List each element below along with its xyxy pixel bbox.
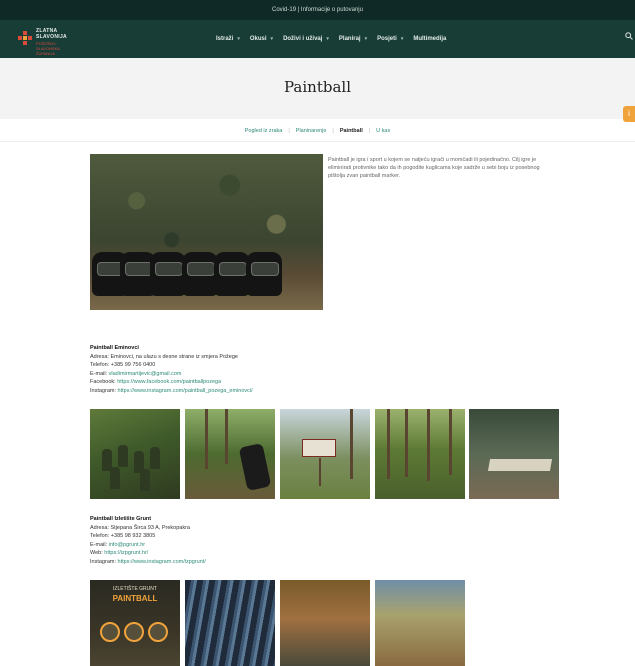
- club-facebook-link[interactable]: https://www.facebook.com/paintballpozega: [117, 379, 221, 385]
- club-email-link[interactable]: info@pgrunt.hr: [109, 542, 145, 548]
- mask-shape: [182, 252, 218, 296]
- page-title: Paintball: [284, 78, 351, 96]
- chevron-down-icon: ▾: [270, 36, 274, 42]
- main-navigation: ZLATNA SLAVONIJA POŽEŠKO-SLAVONSKA ŽUPAN…: [0, 20, 635, 58]
- mask-shape: [214, 252, 250, 296]
- site-logo[interactable]: ZLATNA SLAVONIJA POŽEŠKO-SLAVONSKA ŽUPAN…: [18, 26, 78, 56]
- gallery-photo-field[interactable]: [375, 409, 465, 499]
- chevron-down-icon: ▾: [400, 36, 404, 42]
- poster-title: PAINTBALL: [112, 594, 158, 603]
- gallery-photo-marker-gun[interactable]: [185, 409, 275, 499]
- page-hero: Paintball: [0, 58, 635, 119]
- nav-item-dozivi[interactable]: Doživi i uživaj ▾: [283, 36, 329, 42]
- club-name: Paintball Izletište Grunt: [90, 516, 152, 522]
- gallery-photo-equipment[interactable]: [469, 409, 559, 499]
- paintball-masks-photo: [90, 154, 323, 310]
- nav-item-istrazi[interactable]: Istraži ▾: [216, 36, 240, 42]
- chevron-down-icon: ▾: [364, 36, 368, 42]
- gallery-photo-team[interactable]: [90, 409, 180, 499]
- club-address: Stjepana Širca 93 A, Prekopakra: [110, 524, 191, 531]
- club-instagram-link[interactable]: https://www.instagram.com/izpgrunt/: [118, 559, 206, 565]
- club-eminovci-info: Paintball Eminovci Adresa: Eminovci, na …: [90, 345, 253, 394]
- poster-subtitle: IZLETIŠTE GRUNT: [113, 586, 157, 592]
- subnav-u-kas[interactable]: U kas: [376, 128, 390, 134]
- logo-text: ZLATNA SLAVONIJA: [36, 28, 67, 40]
- nav-item-okusi[interactable]: Okusi ▾: [250, 36, 273, 42]
- intro-text: Paintball je igra i sport u kojem se nat…: [328, 157, 540, 179]
- subnav-separator: |: [332, 127, 334, 134]
- chevron-down-icon: ▾: [326, 36, 329, 42]
- sub-navigation: Pogled iz zraka | Planinarenje | Paintba…: [0, 120, 635, 142]
- covid-notice-link[interactable]: Covid-19 | Informacije o putovanju: [272, 7, 363, 13]
- chevron-down-icon: ▾: [237, 36, 240, 42]
- nav-item-posjeti[interactable]: Posjeti ▾: [377, 36, 403, 42]
- nav-item-multimedija[interactable]: Multimedija: [413, 36, 446, 42]
- nav-item-planiraj[interactable]: Planiraj ▾: [339, 36, 367, 42]
- club-grunt-info: Paintball Izletište Grunt Adresa: Stjepa…: [90, 516, 206, 565]
- subnav-separator: |: [288, 127, 290, 134]
- gallery-photo-poster[interactable]: IZLETIŠTE GRUNT PAINTBALL: [90, 580, 180, 666]
- gallery-photo-sign[interactable]: [280, 409, 370, 499]
- subnav-pogled-iz-zraka[interactable]: Pogled iz zraka: [245, 128, 283, 134]
- club-address: Eminovci, na ulazu s desne strane iz smj…: [110, 353, 238, 360]
- club-phone: +385 99 756 0400: [110, 362, 156, 368]
- gallery-photo-markers[interactable]: [185, 580, 275, 666]
- mask-shape: [150, 252, 186, 296]
- logo-subline: POŽEŠKO-SLAVONSKA ŽUPANIJA: [36, 41, 60, 56]
- subnav-paintball[interactable]: Paintball: [340, 128, 363, 134]
- club-email-link[interactable]: vladimirmartijevic@gmail.com: [109, 371, 182, 377]
- club-name: Paintball Eminovci: [90, 345, 139, 351]
- mask-shape: [246, 252, 282, 296]
- logo-mark-icon: [18, 31, 32, 45]
- club-web-link[interactable]: https://izpgrunt.hr/: [104, 550, 148, 556]
- subnav-planinarenje[interactable]: Planinarenje: [296, 128, 327, 134]
- club-phone: +385 98 932 3805: [110, 533, 156, 539]
- subnav-separator: |: [368, 127, 371, 134]
- club-instagram-link[interactable]: https://www.instagram.com/paintball_poze…: [118, 388, 253, 394]
- search-icon[interactable]: [625, 32, 633, 42]
- top-notice-bar[interactable]: Covid-19 | Informacije o putovanju: [0, 0, 635, 20]
- gallery-photo-bunkers[interactable]: [280, 580, 370, 666]
- nav-menu: Istraži ▾ Okusi ▾ Doživi i uživaj ▾ Planira…: [216, 20, 446, 58]
- gallery-photo-arena[interactable]: [375, 580, 465, 666]
